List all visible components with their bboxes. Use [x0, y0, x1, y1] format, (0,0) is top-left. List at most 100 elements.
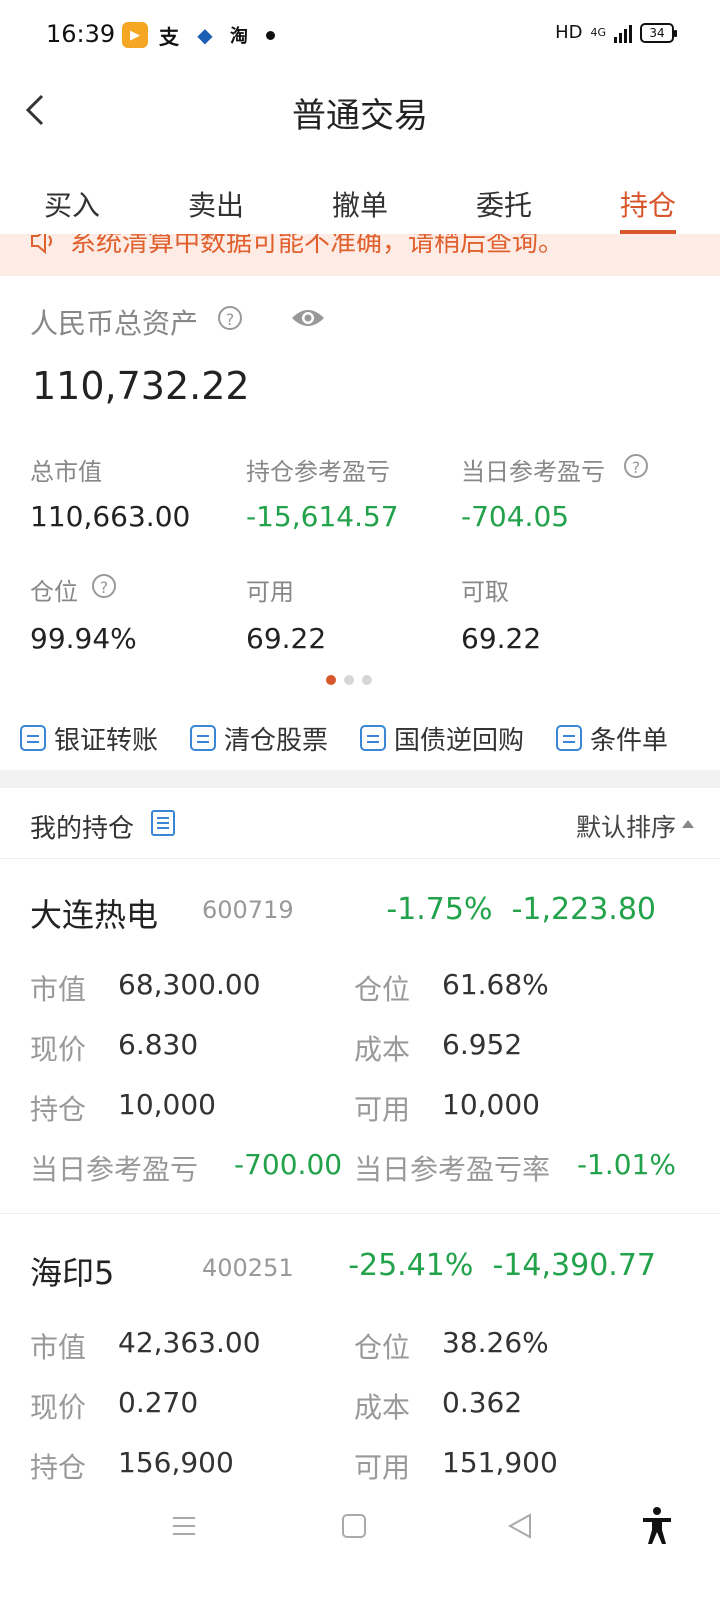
- available-value: 151,900: [442, 1446, 558, 1479]
- signal-label: 4G: [590, 26, 606, 39]
- hold-pnl-value: -15,614.57: [246, 500, 399, 533]
- available-label: 可用: [354, 1451, 411, 1484]
- available-value: 10,000: [442, 1088, 540, 1121]
- tab-buy[interactable]: 买入: [0, 170, 144, 234]
- market-value: 68,300.00: [118, 968, 261, 1001]
- carousel-dot: [326, 675, 336, 685]
- market-value: 110,663.00: [30, 500, 191, 533]
- holdings-title: 我的持仓: [30, 814, 135, 844]
- network-label: HD: [555, 22, 583, 43]
- carousel-indicator: [326, 675, 372, 685]
- position-label: 仓位: [354, 1331, 411, 1364]
- holding-label: 持仓: [30, 1451, 87, 1484]
- sort-button[interactable]: 默认排序: [576, 808, 676, 844]
- stock-pct: -25.41%: [348, 1248, 474, 1283]
- video-app-icon: ▶: [122, 22, 148, 48]
- total-assets-value: 110,732.22: [32, 364, 250, 408]
- battery-icon: 34: [640, 22, 677, 43]
- status-time: 16:39: [46, 20, 116, 48]
- stock-pct: -1.75%: [386, 892, 493, 927]
- cost-label: 成本: [354, 1033, 411, 1066]
- help-icon[interactable]: ?: [218, 306, 242, 330]
- section-divider: [0, 770, 720, 788]
- repo-button[interactable]: 国债逆回购: [360, 720, 524, 757]
- position-value: 99.94%: [30, 622, 137, 655]
- holding-value: 156,900: [118, 1446, 234, 1479]
- total-assets-label: 人民币总资产: [30, 307, 199, 340]
- tab-orders[interactable]: 委托: [432, 170, 576, 234]
- holding-item[interactable]: 大连热电 600719 -1.75% -1,223.80 市值 68,300.0…: [0, 858, 720, 1213]
- stock-pnl-amount: -14,390.77: [492, 1248, 656, 1283]
- cost-value: 0.362: [442, 1386, 523, 1419]
- hold-pnl-label: 持仓参考盈亏: [246, 458, 390, 486]
- stock-name: 大连热电: [30, 896, 159, 934]
- condition-order-icon: [556, 725, 583, 751]
- notification-dot-icon: [266, 31, 275, 40]
- holding-value: 10,000: [118, 1088, 216, 1121]
- condition-order-button[interactable]: 条件单: [556, 720, 668, 757]
- eye-icon[interactable]: [290, 304, 326, 332]
- system-nav-bar: [0, 1492, 720, 1600]
- taobao-icon: 淘: [230, 26, 248, 47]
- position-label: 仓位: [354, 973, 411, 1006]
- position-value: 38.26%: [442, 1326, 549, 1359]
- help-icon[interactable]: ?: [624, 454, 648, 478]
- status-indicators: HD 4G 34: [555, 22, 677, 43]
- price-label: 现价: [30, 1391, 87, 1424]
- day-pnl-label: 当日参考盈亏: [30, 1153, 199, 1186]
- market-value-label: 市值: [30, 973, 87, 1006]
- holdings-header: 我的持仓 默认排序: [0, 788, 720, 859]
- repo-label: 国债逆回购: [394, 725, 525, 756]
- day-pnl-value: -704.05: [461, 500, 570, 533]
- available-label: 可用: [354, 1093, 411, 1126]
- status-bar: 16:39 ▶ 支 ◆ 淘 HD 4G 34: [0, 0, 720, 70]
- signal-icon: [614, 23, 632, 43]
- market-value-label: 市值: [30, 1331, 87, 1364]
- tab-bar: 买入 卖出 撤单 委托 持仓: [0, 170, 720, 234]
- alipay-icon: 支: [159, 24, 179, 49]
- stock-pnl: -1.75% -1,223.80: [386, 892, 656, 927]
- help-icon[interactable]: ?: [92, 574, 116, 598]
- stock-name: 海印5: [30, 1254, 115, 1292]
- market-value: 42,363.00: [118, 1326, 261, 1359]
- notice-banner: 系统清算中数据可能不准确，请稍后查询。: [0, 234, 720, 276]
- position-label: 仓位: [30, 578, 78, 606]
- home-icon[interactable]: [340, 1512, 368, 1540]
- bank-icon: ◆: [197, 23, 213, 47]
- menu-icon[interactable]: [170, 1512, 198, 1540]
- carousel-dot: [362, 675, 372, 685]
- stock-pnl: -25.41% -14,390.77: [348, 1248, 656, 1283]
- day-pnl-value: -700.00: [234, 1148, 343, 1181]
- cost-value: 6.952: [442, 1028, 523, 1061]
- tab-holdings[interactable]: 持仓: [576, 170, 720, 234]
- transfer-label: 银证转账: [54, 725, 159, 756]
- stock-pnl-amount: -1,223.80: [511, 892, 656, 927]
- available-label: 可用: [246, 578, 294, 606]
- day-pnl-rate-value: -1.01%: [576, 1148, 676, 1181]
- position-value: 61.68%: [442, 968, 549, 1001]
- carousel-dot: [344, 675, 354, 685]
- transfer-button[interactable]: 银证转账: [20, 720, 158, 757]
- tab-cancel[interactable]: 撤单: [288, 170, 432, 234]
- holding-item[interactable]: 海印5 400251 -25.41% -14,390.77 市值 42,363.…: [0, 1214, 720, 1494]
- repo-icon: [360, 725, 387, 751]
- withdrawable-label: 可取: [461, 578, 509, 606]
- tab-sell[interactable]: 卖出: [144, 170, 288, 234]
- price-label: 现价: [30, 1033, 87, 1066]
- stock-code: 400251: [202, 1254, 294, 1282]
- day-pnl-rate-label: 当日参考盈亏率: [354, 1153, 551, 1186]
- transfer-icon: [20, 725, 46, 751]
- cost-label: 成本: [354, 1391, 411, 1424]
- notice-text: 系统清算中数据可能不准确，请稍后查询。: [70, 234, 565, 258]
- clear-chart-icon: [190, 725, 217, 751]
- accessibility-icon[interactable]: [640, 1506, 674, 1546]
- day-pnl-label: 当日参考盈亏: [461, 458, 605, 486]
- available-value: 69.22: [246, 622, 327, 655]
- price-value: 6.830: [118, 1028, 199, 1061]
- clear-stock-button[interactable]: 清仓股票: [190, 720, 328, 757]
- holding-label: 持仓: [30, 1093, 87, 1126]
- back-nav-icon[interactable]: [506, 1512, 534, 1540]
- price-value: 0.270: [118, 1386, 199, 1419]
- list-icon[interactable]: [151, 810, 175, 836]
- clear-stock-label: 清仓股票: [224, 725, 329, 756]
